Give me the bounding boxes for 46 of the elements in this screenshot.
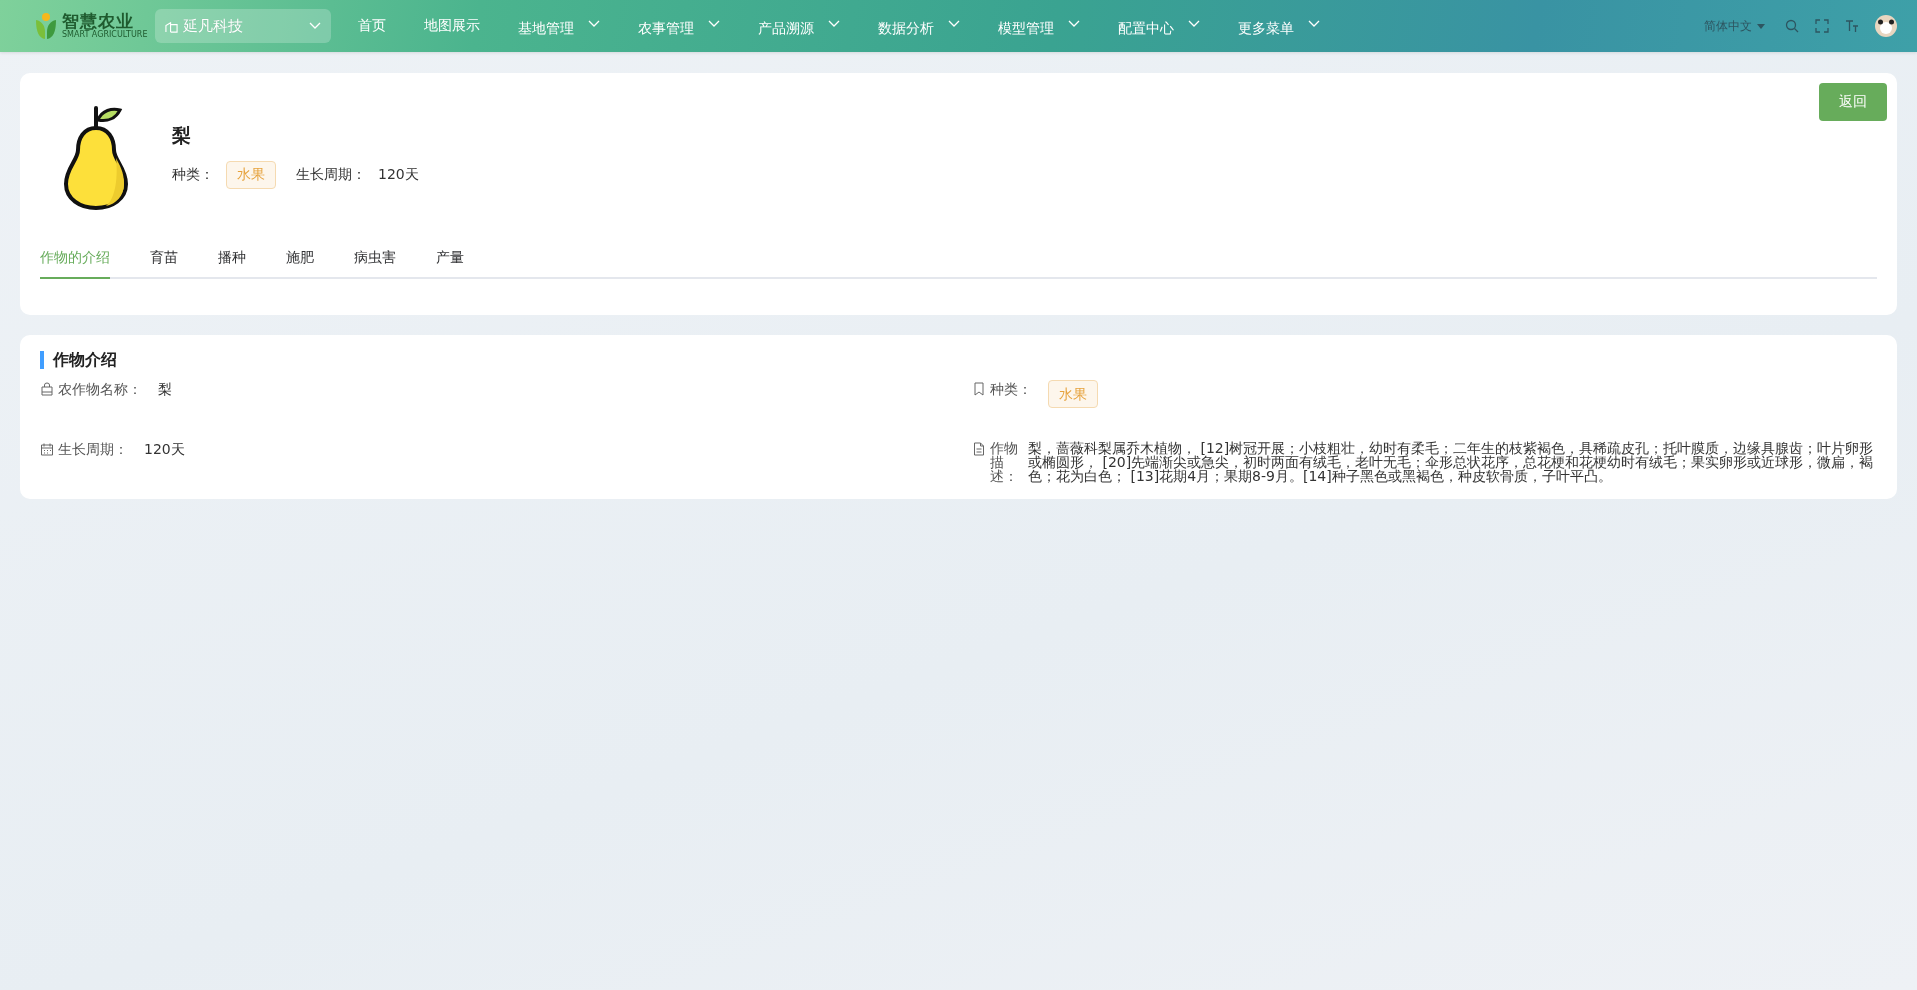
nav-menu-item[interactable]: 配置中心 (1099, 14, 1220, 38)
bookmark-icon (972, 382, 986, 396)
field-value: 梨 (158, 381, 172, 397)
logo-icon (34, 12, 58, 40)
crop-name: 梨 (172, 123, 192, 148)
font-size-icon[interactable] (1845, 19, 1859, 33)
logo-title: 智慧农业 (62, 13, 134, 30)
nav-menu-item[interactable]: 模型管理 (979, 14, 1100, 38)
org-select[interactable]: 延凡科技 (155, 9, 332, 43)
tab[interactable]: 育苗 (150, 239, 178, 279)
caret-down-icon (1757, 23, 1765, 29)
cycle-value: 120天 (378, 166, 419, 184)
search-icon[interactable] (1785, 19, 1799, 33)
field-label: 生长周期： (58, 441, 128, 457)
tab[interactable]: 播种 (218, 239, 246, 279)
chevron-down-icon (309, 22, 322, 30)
field-label: 作物描述： (990, 441, 1018, 483)
logo-subtitle: SMART AGRICULTURE (62, 31, 148, 39)
nav-menu-item[interactable]: 产品溯源 (739, 14, 860, 38)
nav-menu-item[interactable]: 地图展示 (405, 17, 500, 35)
tab[interactable]: 施肥 (286, 239, 314, 279)
cycle-label: 生长周期： (296, 166, 366, 184)
field-label: 种类： (990, 381, 1032, 397)
back-button[interactable]: 返回 (1819, 83, 1887, 121)
nav-menu-item[interactable]: 首页 (339, 17, 406, 35)
calendar-icon (40, 442, 54, 456)
tab[interactable]: 产量 (436, 239, 464, 279)
nav-menu-item[interactable]: 基地管理 (499, 14, 620, 38)
field-label: 农作物名称： (58, 381, 142, 397)
tab[interactable]: 病虫害 (354, 239, 396, 279)
nav-menu-item[interactable]: 农事管理 (619, 14, 740, 38)
category-tag: 水果 (1048, 380, 1098, 408)
section-title: 作物介绍 (40, 351, 1877, 369)
bag-icon (40, 382, 54, 396)
description-text: 梨，蔷薇科梨属乔木植物， [12]树冠开展；小枝粗壮，幼时有柔毛；二年生的枝紫褐色，具稀疏皮孔；托叶膜质，边缘具腺齿；叶片卵形或椭圆形， [20]先端渐尖或急尖，初时两面有绒毛，老叶无毛；伞形总状花序，总花梗和花梗幼时有绒毛；果实卵形或近球形，微扁，褐色；花为白色； [13]花期4月；果期8-9月。[14]种子黑色或黑褐色，种皮软骨质，子叶平凸。 (1028, 441, 1875, 483)
nav-menu-item[interactable]: 更多菜单 (1219, 14, 1340, 38)
document-icon (972, 442, 986, 456)
category-tag: 水果 (226, 161, 276, 189)
nav-menu-item[interactable]: 数据分析 (859, 14, 980, 38)
field-value: 120天 (144, 441, 185, 457)
fullscreen-icon[interactable] (1815, 19, 1829, 33)
category-label: 种类： (172, 166, 214, 184)
language-select[interactable]: 简体中文 (1704, 17, 1765, 35)
building-icon (165, 19, 179, 33)
avatar-icon[interactable] (1875, 15, 1897, 37)
tab[interactable]: 作物的介绍 (40, 239, 110, 279)
